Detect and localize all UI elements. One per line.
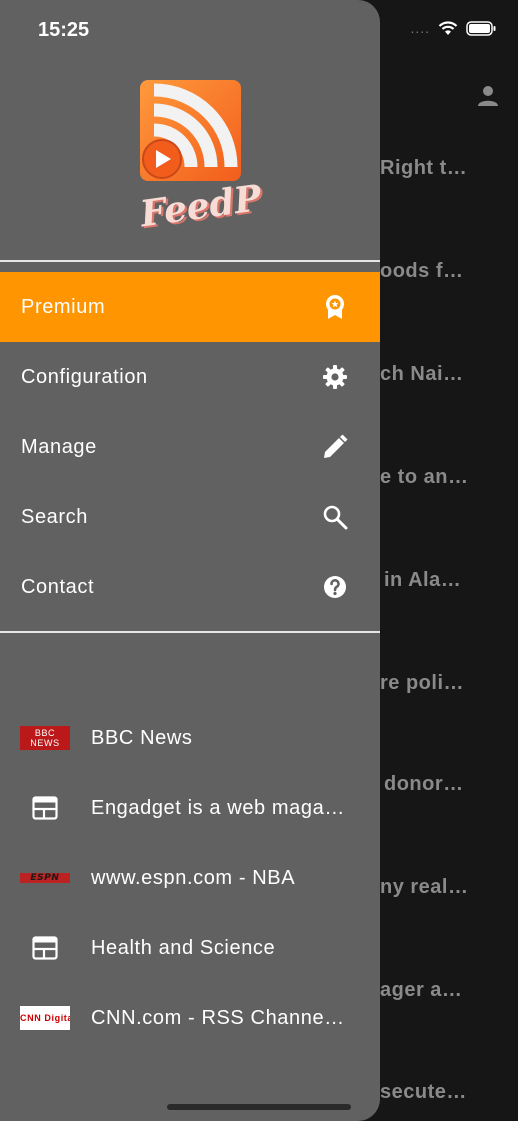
feed-item-espn-nba[interactable]: ESPN www.espn.com - NBA — [0, 843, 380, 913]
newspaper-icon — [20, 936, 70, 960]
menu-item-label: Manage — [21, 435, 97, 458]
help-icon — [322, 574, 348, 600]
background-row: re poli… — [380, 672, 465, 694]
status-time: 15:25 — [38, 19, 90, 41]
wifi-icon — [438, 20, 458, 35]
person-icon[interactable] — [476, 84, 500, 108]
feed-item-label: Engadget is a web maga… — [91, 796, 345, 819]
cellular-signal: .... — [410, 20, 430, 36]
bbc-news-logo: BBC NEWS — [20, 726, 70, 750]
cnn-logo: CNN Digital — [20, 1006, 70, 1030]
background-row: Right t… — [380, 157, 468, 179]
espn-logo: ESPN — [20, 866, 70, 890]
divider — [0, 260, 380, 262]
home-indicator[interactable] — [167, 1104, 351, 1110]
feed-item-label: BBC News — [91, 726, 193, 749]
feed-item-label: www.espn.com - NBA — [91, 866, 296, 889]
menu-item-label: Premium — [21, 295, 106, 318]
feed-item-cnn[interactable]: CNN Digital CNN.com - RSS Channe… — [0, 983, 380, 1053]
background-row: ny real… — [380, 876, 469, 898]
menu-item-contact[interactable]: Contact — [0, 552, 380, 622]
background-row: e to an… — [380, 466, 469, 488]
gear-icon — [322, 364, 348, 390]
feed-item-health-and-science[interactable]: Health and Science — [0, 913, 380, 983]
divider — [0, 631, 380, 633]
background-row: ager a… — [380, 979, 463, 1001]
navigation-drawer: 15:25 FeedP Premium Configuration Manage… — [0, 0, 380, 1121]
background-row: secute… — [380, 1081, 467, 1103]
menu-item-configuration[interactable]: Configuration — [0, 342, 380, 412]
menu-item-search[interactable]: Search — [0, 482, 380, 552]
rss-logo-icon — [140, 80, 241, 181]
feed-item-engadget[interactable]: Engadget is a web maga… — [0, 773, 380, 843]
background-row: ch Nai… — [380, 363, 464, 385]
app-wordmark: FeedP — [137, 176, 264, 236]
feed-item-bbc-news[interactable]: BBC NEWS BBC News — [0, 703, 380, 773]
background-row: donor… — [384, 773, 464, 795]
app-logo — [140, 80, 241, 181]
menu-item-manage[interactable]: Manage — [0, 412, 380, 482]
menu-item-premium[interactable]: Premium — [0, 272, 380, 342]
feed-item-label: Health and Science — [91, 936, 276, 959]
status-indicators: .... — [410, 20, 496, 36]
menu-item-label: Search — [21, 505, 88, 528]
search-icon — [322, 504, 348, 530]
background-row: oods f… — [380, 260, 464, 282]
feed-item-label: CNN.com - RSS Channe… — [91, 1006, 345, 1029]
pencil-icon — [322, 434, 348, 460]
menu-item-label: Contact — [21, 575, 95, 598]
battery-icon — [466, 20, 496, 36]
background-row: in Ala… — [384, 569, 462, 591]
badge-icon — [322, 294, 348, 320]
menu-item-label: Configuration — [21, 365, 148, 388]
newspaper-icon — [20, 796, 70, 820]
